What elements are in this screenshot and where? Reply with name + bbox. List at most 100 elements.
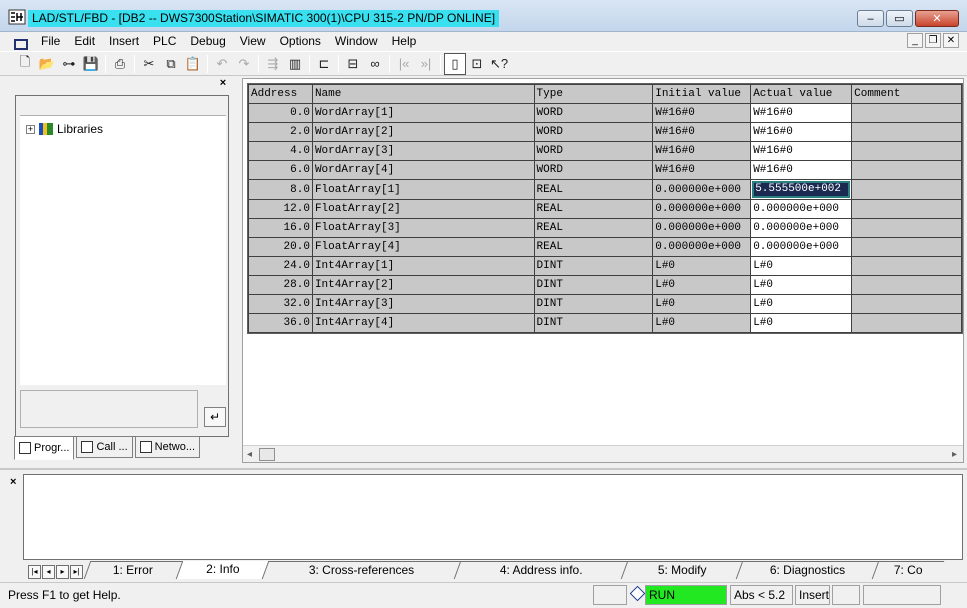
prev-tab-icon[interactable]: ◂ [42, 565, 55, 579]
cell-comment[interactable] [851, 313, 962, 333]
cell-actual-value[interactable]: 0.000000e+000 [750, 218, 853, 238]
cell-comment[interactable] [851, 294, 962, 314]
horizontal-scrollbar[interactable]: ◂ ▸ [243, 445, 963, 462]
document-menu-icon[interactable] [12, 36, 28, 50]
tab-modify[interactable]: 5: Modify [620, 561, 743, 579]
details-icon[interactable]: ⊟ [342, 53, 364, 75]
column-header[interactable]: Type [533, 84, 654, 104]
column-header[interactable]: Name [311, 84, 535, 104]
cell-actual-value[interactable]: W#16#0 [750, 122, 853, 142]
scroll-thumb[interactable] [259, 448, 275, 461]
output-close-icon[interactable]: × [10, 476, 16, 488]
cell-actual-value[interactable]: L#0 [750, 256, 853, 276]
cell-actual-value[interactable]: 5.555500e+002 [750, 179, 853, 200]
doc-close-button[interactable]: ✕ [943, 33, 959, 48]
overview-icon[interactable]: ⊏ [313, 53, 335, 75]
table-row[interactable]: 8.0 FloatArray[1] REAL 0.000000e+000 5.55550… [248, 179, 962, 200]
cell-comment[interactable] [851, 256, 962, 276]
tab-info[interactable]: 2: Info [175, 561, 269, 579]
expand-icon[interactable]: + [26, 124, 35, 134]
menu-options[interactable]: Options [273, 32, 328, 51]
load-icon[interactable]: ⇶ [262, 53, 284, 75]
insert-element-button[interactable]: ↵ [204, 407, 226, 427]
tab-networks[interactable]: Netwo... [134, 436, 201, 458]
undo-icon[interactable]: ↶ [211, 53, 233, 75]
table-row[interactable]: 6.0 WordArray[4] WORD W#16#0 W#16#0 [248, 160, 962, 180]
table-row[interactable]: 0.0 WordArray[1] WORD W#16#0 W#16#0 [248, 103, 962, 123]
cell-comment[interactable] [851, 160, 962, 180]
print-icon[interactable]: ⎙ [109, 53, 131, 75]
redo-icon[interactable]: ↷ [233, 53, 255, 75]
new-icon[interactable]: 🗋 [14, 53, 36, 75]
cell-comment[interactable] [851, 199, 962, 219]
cell-actual-value[interactable]: L#0 [750, 294, 853, 314]
cell-actual-value[interactable]: L#0 [750, 313, 853, 333]
cell-actual-value[interactable]: W#16#0 [750, 141, 853, 161]
tab-cross-references[interactable]: 3: Cross-references [261, 561, 461, 579]
save-icon[interactable]: 💾 [80, 53, 102, 75]
table-row[interactable]: 4.0 WordArray[3] WORD W#16#0 W#16#0 [248, 141, 962, 161]
cell-comment[interactable] [851, 237, 962, 257]
first-tab-icon[interactable]: |◂ [28, 565, 41, 579]
cell-comment[interactable] [851, 218, 962, 238]
next-tab-icon[interactable]: ▸ [56, 565, 69, 579]
next-icon[interactable]: »| [415, 53, 437, 75]
table-row[interactable]: 2.0 WordArray[2] WORD W#16#0 W#16#0 [248, 122, 962, 142]
table-row[interactable]: 32.0 Int4Array[3] DINT L#0 L#0 [248, 294, 962, 314]
tab-call-structure[interactable]: Call ... [76, 436, 133, 458]
cut-icon[interactable]: ✂ [138, 53, 160, 75]
table-row[interactable]: 24.0 Int4Array[1] DINT L#0 L#0 [248, 256, 962, 276]
accessible-nodes-icon[interactable]: ⊶ [58, 53, 80, 75]
menu-help[interactable]: Help [385, 32, 424, 51]
menu-insert[interactable]: Insert [102, 32, 146, 51]
doc-restore-button[interactable]: ❐ [925, 33, 941, 48]
menu-edit[interactable]: Edit [67, 32, 102, 51]
cell-actual-value[interactable]: 0.000000e+000 [750, 199, 853, 219]
column-header[interactable]: Actual value [750, 84, 853, 104]
cell-actual-value[interactable]: 0.000000e+000 [750, 237, 853, 257]
copy-icon[interactable]: ⧉ [160, 53, 182, 75]
table-row[interactable]: 28.0 Int4Array[2] DINT L#0 L#0 [248, 275, 962, 295]
help-icon[interactable]: ↖? [488, 53, 510, 75]
prev-icon[interactable]: |« [393, 53, 415, 75]
column-header[interactable]: Initial value [652, 84, 752, 104]
cell-comment[interactable] [851, 103, 962, 123]
cell-actual-value[interactable]: W#16#0 [750, 160, 853, 180]
cell-actual-value[interactable]: W#16#0 [750, 103, 853, 123]
cell-comment[interactable] [851, 275, 962, 295]
tree-item-libraries[interactable]: + Libraries [26, 122, 103, 136]
glasses-icon[interactable]: ∞ [364, 53, 386, 75]
cell-actual-value[interactable]: L#0 [750, 275, 853, 295]
cell-comment[interactable] [851, 122, 962, 142]
cell-comment[interactable] [851, 179, 962, 200]
tab-error[interactable]: 1: Error [83, 561, 183, 579]
minimize-button[interactable]: – [857, 10, 884, 27]
restore-button[interactable]: ▭ [886, 10, 913, 27]
column-header[interactable]: Address [248, 84, 313, 104]
tab-program-elements[interactable]: Progr... [14, 436, 75, 460]
doc-minimize-button[interactable]: _ [907, 33, 923, 48]
panel-close-icon[interactable]: × [217, 78, 229, 90]
table-row[interactable]: 12.0 FloatArray[2] REAL 0.000000e+000 0.0000… [248, 199, 962, 219]
menu-plc[interactable]: PLC [146, 32, 183, 51]
scroll-right-icon[interactable]: ▸ [952, 449, 957, 460]
menu-window[interactable]: Window [328, 32, 385, 51]
menu-debug[interactable]: Debug [183, 32, 232, 51]
window-icon[interactable]: ▯ [444, 52, 466, 75]
tab-address-info[interactable]: 4: Address info. [453, 561, 628, 579]
last-tab-icon[interactable]: ▸| [70, 565, 83, 579]
table-row[interactable]: 36.0 Int4Array[4] DINT L#0 L#0 [248, 313, 962, 333]
menu-file[interactable]: File [34, 32, 67, 51]
table-row[interactable]: 20.0 FloatArray[4] REAL 0.000000e+000 0.0000… [248, 237, 962, 257]
monitor-icon[interactable]: ▥ [284, 53, 306, 75]
scroll-left-icon[interactable]: ◂ [247, 449, 252, 460]
column-header[interactable]: Comment [851, 84, 962, 104]
open-icon[interactable]: 📂 [36, 53, 58, 75]
actual-value-editor[interactable]: 5.555500e+002 [752, 181, 851, 198]
cell-comment[interactable] [851, 141, 962, 161]
menu-view[interactable]: View [233, 32, 273, 51]
close-button[interactable]: ✕ [915, 10, 959, 27]
tab-diagnostics[interactable]: 6: Diagnostics [735, 561, 879, 579]
zoom-icon[interactable]: ⊡ [466, 53, 488, 75]
tab-co[interactable]: 7: Co [871, 561, 945, 579]
